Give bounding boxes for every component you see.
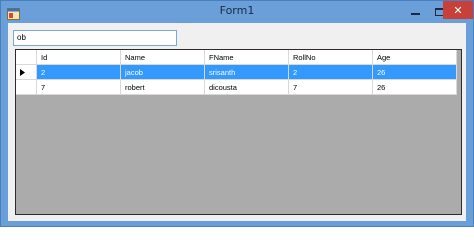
grid-corner-header[interactable] (16, 50, 37, 65)
current-row-arrow-icon (16, 68, 36, 76)
form-client-area: Id Name FName RollNo Age 2 jacob srisant… (8, 23, 466, 221)
minimize-button[interactable] (403, 1, 427, 19)
close-icon: ✕ (453, 3, 463, 17)
table-cell[interactable]: srisanth (204, 64, 289, 80)
table-row[interactable]: 7 robert dicousta 7 26 (16, 79, 457, 95)
table-cell[interactable]: 26 (372, 79, 457, 95)
table-cell[interactable]: 2 (36, 64, 121, 80)
table-cell[interactable]: 26 (372, 64, 457, 80)
table-row[interactable]: 2 jacob srisanth 2 26 (16, 64, 457, 80)
column-header-id[interactable]: Id (36, 50, 121, 65)
table-cell[interactable]: 2 (288, 64, 373, 80)
table-cell[interactable]: dicousta (204, 79, 289, 95)
table-cell[interactable]: 7 (36, 79, 121, 95)
search-input[interactable] (13, 30, 177, 46)
table-cell[interactable]: robert (120, 79, 205, 95)
form1-window: Form1 ✕ Id Name (0, 0, 474, 227)
column-header-age[interactable]: Age (372, 50, 457, 65)
row-header[interactable] (16, 64, 37, 80)
column-header-name[interactable]: Name (120, 50, 205, 65)
column-header-fname[interactable]: FName (204, 50, 289, 65)
title-bar[interactable]: Form1 ✕ (1, 1, 473, 23)
data-grid[interactable]: Id Name FName RollNo Age 2 jacob srisant… (15, 49, 462, 215)
grid-table: Id Name FName RollNo Age 2 jacob srisant… (16, 50, 457, 95)
minimize-icon (410, 1, 420, 20)
close-button[interactable]: ✕ (443, 1, 473, 19)
table-cell[interactable]: 7 (288, 79, 373, 95)
column-header-rollno[interactable]: RollNo (288, 50, 373, 65)
grid-header-row: Id Name FName RollNo Age (16, 50, 457, 65)
row-header[interactable] (16, 79, 37, 95)
table-cell[interactable]: jacob (120, 64, 205, 80)
